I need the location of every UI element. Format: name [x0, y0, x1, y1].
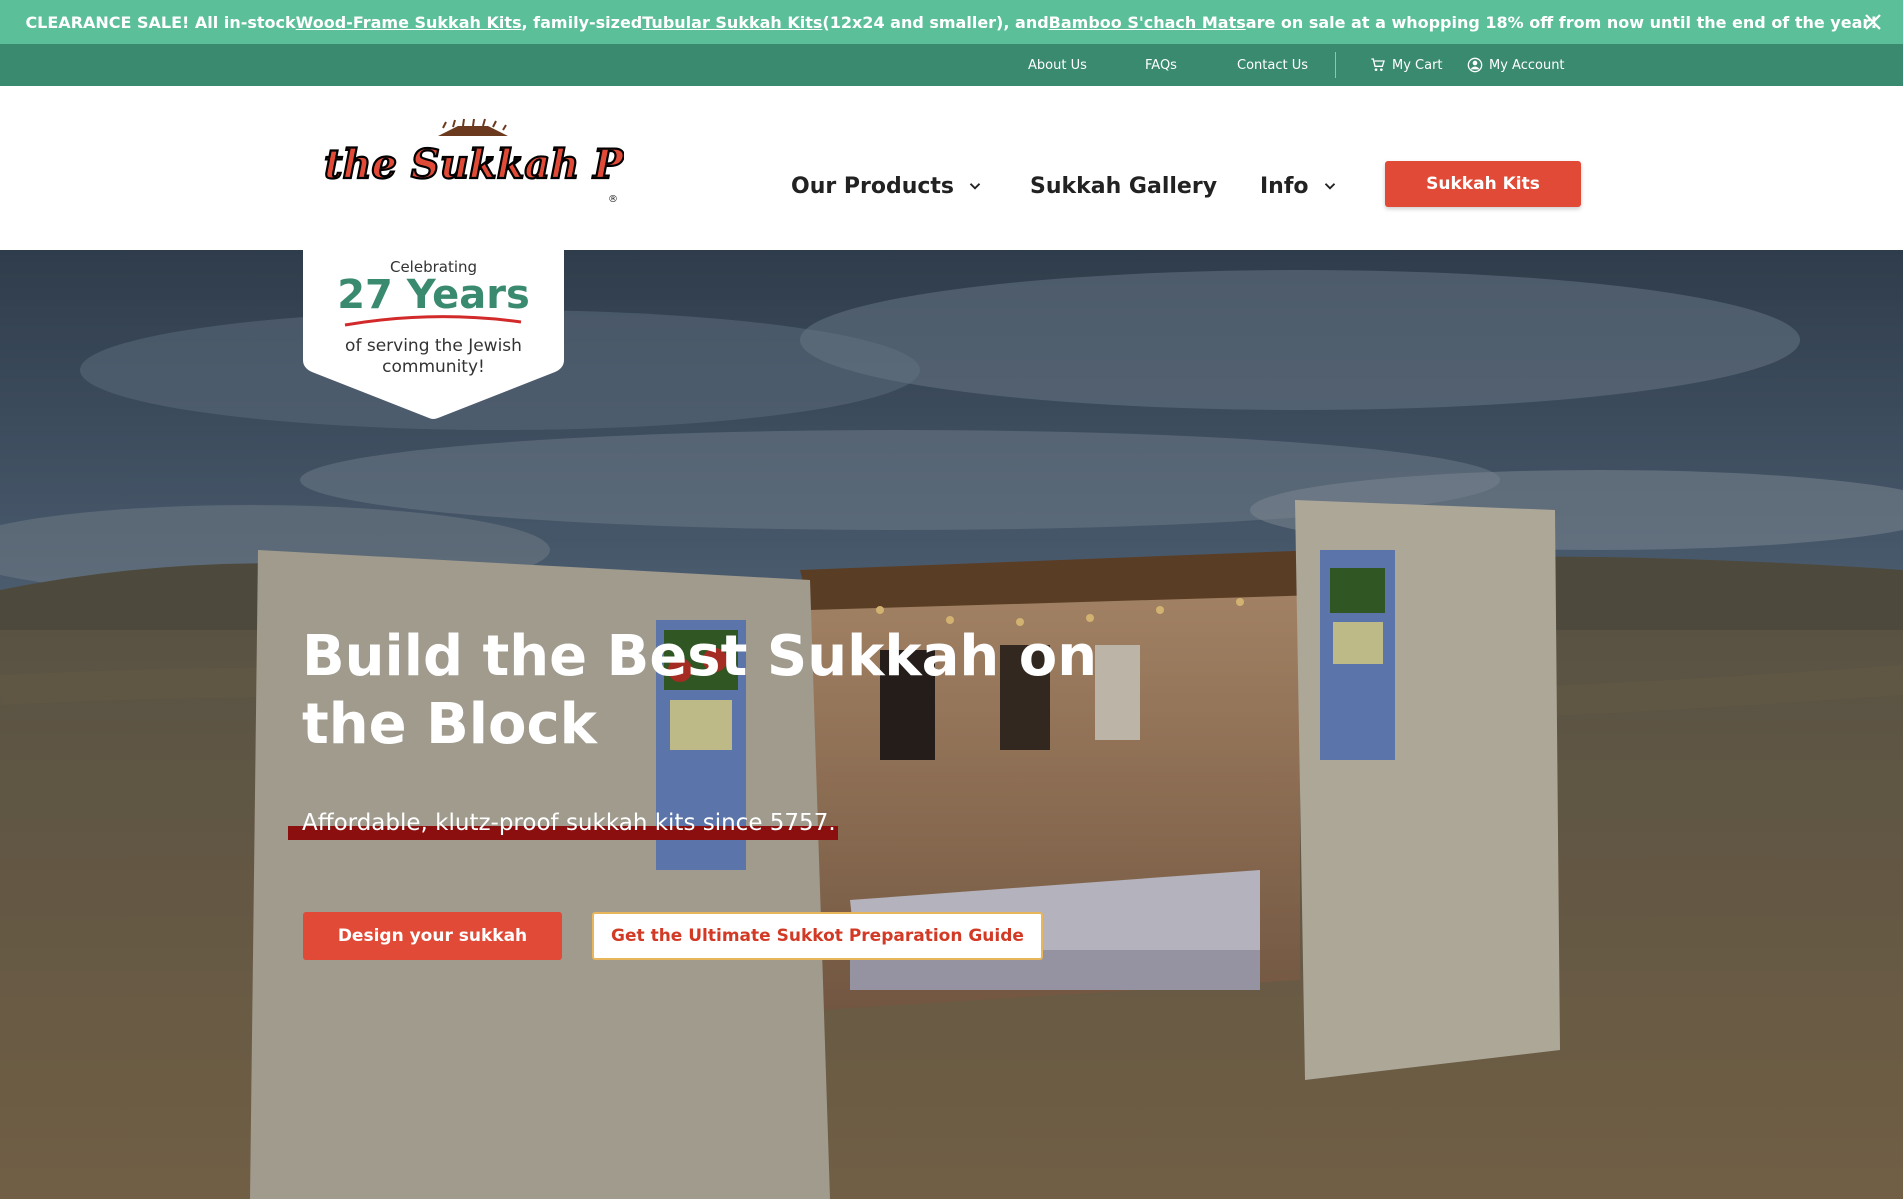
promo-link-tubular[interactable]: Tubular Sukkah Kits [642, 13, 822, 32]
logo-text: the Sukkah Project [324, 141, 624, 188]
chevron-down-icon [969, 183, 981, 190]
nav-our-products-label: Our Products [791, 173, 955, 199]
about-us-link[interactable]: About Us [1028, 44, 1087, 86]
sukkah-kits-button[interactable]: Sukkah Kits [1385, 161, 1581, 207]
contact-us-link[interactable]: Contact Us [1237, 44, 1308, 86]
logo-registered: ® [608, 194, 618, 205]
my-account-label: My Account [1489, 57, 1565, 73]
promo-mid1: , family-sized [521, 12, 643, 32]
hero-subtitle: Affordable, klutz-proof sukkah kits sinc… [302, 810, 836, 836]
logo-artwork: the Sukkah Project ® [323, 118, 755, 205]
site-header: the Sukkah Project ® Our Products Sukkah… [0, 86, 1903, 250]
promo-mid2: (12x24 and smaller), and [822, 12, 1049, 32]
site-logo[interactable]: the Sukkah Project ® [318, 118, 755, 210]
nav-info-label: Info [1260, 173, 1309, 199]
promo-prefix: CLEARANCE SALE! All in-stock [25, 12, 296, 32]
promo-link-bamboo[interactable]: Bamboo S'chach Mats [1049, 13, 1246, 32]
faqs-link[interactable]: FAQs [1145, 44, 1177, 86]
chevron-down-icon [1324, 183, 1335, 190]
promo-link-wood-frame[interactable]: Wood-Frame Sukkah Kits [296, 13, 522, 32]
close-icon[interactable] [1861, 10, 1885, 34]
my-account-link[interactable]: My Account [1467, 44, 1565, 86]
nav-info[interactable]: Info [1260, 168, 1339, 204]
cart-icon [1371, 58, 1385, 71]
nav-our-products[interactable]: Our Products [791, 168, 984, 204]
my-cart-link[interactable]: My Cart [1370, 44, 1443, 86]
util-divider [1335, 52, 1336, 78]
promo-banner: CLEARANCE SALE! All in-stock Wood-Frame … [0, 0, 1903, 44]
utility-bar: About Us FAQs Contact Us My Cart My Acco… [0, 44, 1903, 86]
hero-title: Build the Best Sukkah on the Block [302, 624, 1098, 757]
faqs-label: FAQs [1145, 57, 1177, 73]
promo-suffix: are on sale at a whopping 18% off from n… [1245, 12, 1878, 32]
anniversary-badge: Celebrating 27 Years of serving the Jewi… [303, 250, 564, 420]
preparation-guide-button[interactable]: Get the Ultimate Sukkot Preparation Guid… [592, 912, 1043, 960]
contact-us-label: Contact Us [1237, 57, 1308, 73]
design-your-sukkah-button[interactable]: Design your sukkah [303, 912, 562, 960]
hero-section: Build the Best Sukkah on the Block Affor… [0, 250, 1903, 1199]
about-us-label: About Us [1028, 57, 1087, 73]
badge-years: 27 Years [337, 272, 530, 318]
nav-sukkah-gallery-label: Sukkah Gallery [1030, 173, 1218, 199]
my-cart-label: My Cart [1392, 57, 1443, 73]
badge-serving: of serving the Jewish community! [345, 336, 522, 377]
nav-sukkah-gallery[interactable]: Sukkah Gallery [1030, 168, 1217, 204]
account-icon [1467, 57, 1483, 73]
